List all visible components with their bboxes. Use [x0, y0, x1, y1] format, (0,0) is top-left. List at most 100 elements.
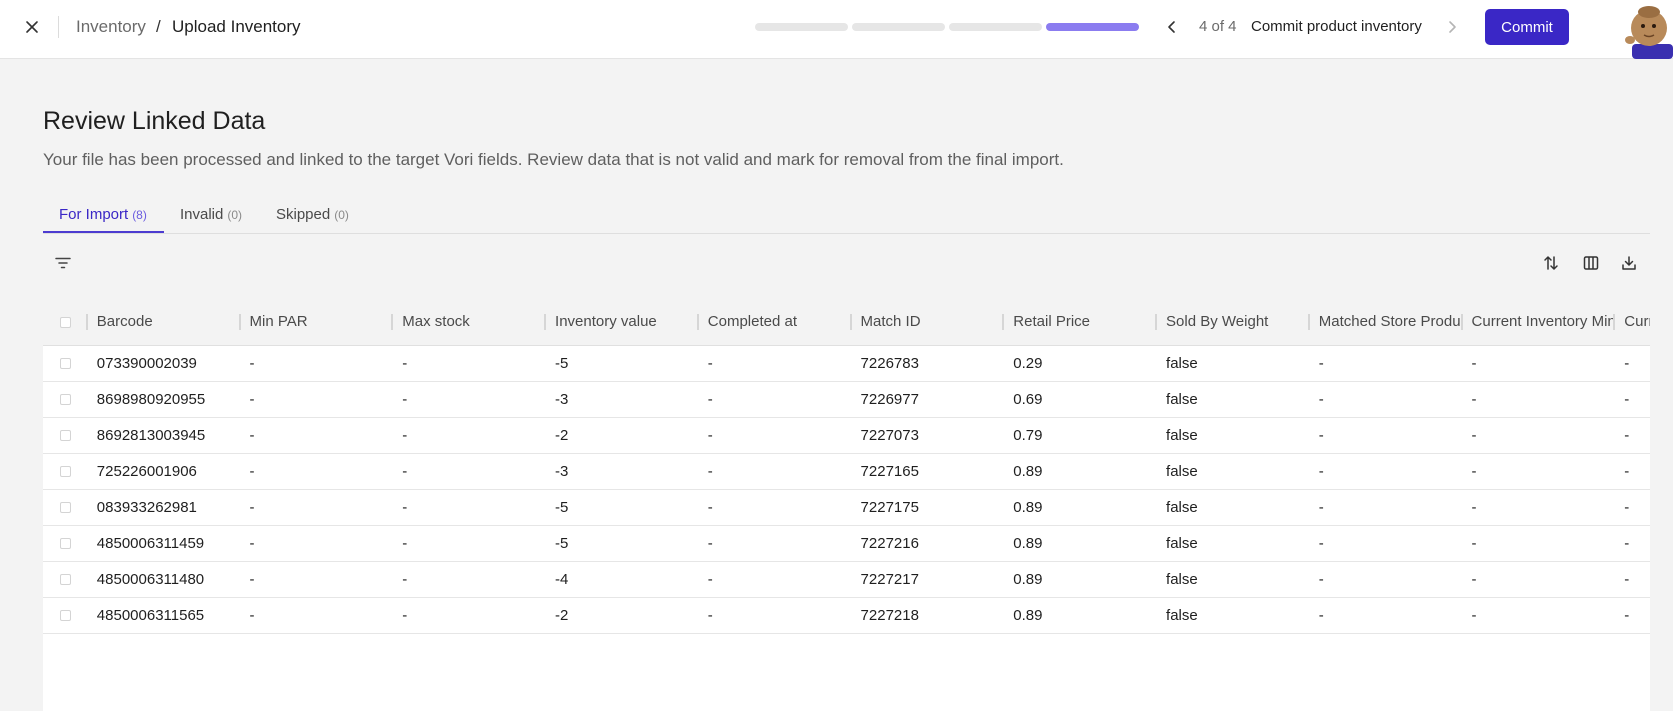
row-select-cell[interactable] — [43, 453, 88, 490]
table-cell: 8698980920955 — [87, 381, 241, 418]
table-cell: - — [393, 597, 547, 634]
table-row[interactable]: 4850006311459- - -5-7227216 0.89 false - - - — [43, 525, 1650, 562]
breadcrumb-inventory[interactable]: Inventory — [76, 17, 146, 37]
row-checkbox[interactable] — [59, 502, 71, 514]
table-cell: - — [240, 561, 394, 598]
row-checkbox[interactable] — [59, 358, 71, 370]
step-name: Commit product inventory — [1251, 18, 1422, 35]
progress-step-1 — [755, 23, 848, 31]
column-header[interactable]: Barcode — [87, 299, 241, 346]
table-cell: - — [698, 489, 852, 526]
row-checkbox[interactable] — [59, 610, 71, 622]
chevron-right-icon[interactable] — [1440, 15, 1464, 39]
table-cell: - — [393, 489, 547, 526]
table-cell: - — [1462, 525, 1616, 562]
row-select-cell[interactable] — [43, 381, 88, 418]
column-header-label: Current Inventory Min — [1471, 313, 1616, 331]
table-cell: - — [1615, 525, 1650, 562]
filter-icon[interactable] — [51, 251, 75, 275]
table-cell: 4850006311480 — [87, 561, 241, 598]
table-cell: - — [393, 561, 547, 598]
table-cell: -2 — [546, 597, 699, 634]
table-cell: - — [240, 345, 394, 382]
table-cell: -2 — [546, 417, 699, 454]
row-select-cell[interactable] — [43, 525, 88, 562]
table-cell: -4 — [546, 561, 699, 598]
table-cell: false — [1157, 561, 1310, 598]
commit-button[interactable]: Commit — [1485, 9, 1569, 45]
tab-invalid[interactable]: Invalid (0) — [180, 206, 242, 234]
chevron-left-icon[interactable] — [1160, 15, 1184, 39]
table-cell: 073390002039 — [87, 345, 241, 382]
table-header-row: Barcode Min PAR Max stock Inventory valu… — [43, 299, 1650, 346]
table-row[interactable]: 725226001906- - -3-7227165 0.89 false - - - — [43, 453, 1650, 490]
close-icon[interactable] — [20, 15, 44, 39]
table-cell: 0.89 — [1004, 561, 1158, 598]
row-checkbox[interactable] — [59, 430, 71, 442]
checkbox[interactable] — [59, 316, 71, 328]
column-header-label: Retail Price — [1013, 313, 1090, 331]
row-checkbox[interactable] — [59, 574, 71, 586]
table-cell: - — [1309, 345, 1463, 382]
table-cell: - — [698, 453, 852, 490]
column-header-label: Completed at — [707, 313, 798, 331]
row-select-cell[interactable] — [43, 489, 88, 526]
progress-step-2 — [852, 23, 945, 31]
column-header-label: Sold By Weight — [1166, 313, 1269, 331]
table-cell: 8692813003945 — [87, 417, 241, 454]
table-row[interactable]: 083933262981- - -5-7227175 0.89 false - - - — [43, 489, 1650, 526]
table-cell: - — [1615, 381, 1650, 418]
columns-icon[interactable] — [1579, 251, 1603, 275]
table-row[interactable]: 8692813003945- - -2-7227073 0.79 false - - - — [43, 417, 1650, 454]
table-cell: 0.89 — [1004, 453, 1158, 490]
tab-for-import[interactable]: For Import (8) — [59, 206, 147, 234]
row-select-cell[interactable] — [43, 561, 88, 598]
column-header[interactable]: Max stock — [393, 299, 547, 346]
column-header[interactable]: Inventory value — [546, 299, 699, 346]
table-cell: - — [393, 525, 547, 562]
sort-icon[interactable] — [1539, 251, 1563, 275]
avatar[interactable] — [1624, 6, 1673, 59]
select-all-checkbox[interactable] — [43, 299, 88, 346]
column-header[interactable]: Completed at — [698, 299, 852, 346]
row-checkbox[interactable] — [59, 394, 71, 406]
row-select-cell[interactable] — [43, 597, 88, 634]
column-header[interactable]: Min PAR — [240, 299, 394, 346]
tab-skipped[interactable]: Skipped (0) — [276, 206, 349, 234]
column-header-label: Inventory value — [555, 313, 657, 331]
column-header[interactable]: Matched Store Product — [1309, 299, 1463, 346]
table-cell: 725226001906 — [87, 453, 241, 490]
table-cell: - — [1462, 381, 1616, 418]
row-select-cell[interactable] — [43, 345, 88, 382]
tab-label: Invalid — [180, 206, 224, 223]
row-checkbox[interactable] — [59, 466, 71, 478]
row-select-cell[interactable] — [43, 417, 88, 454]
column-header-label: Current — [1624, 313, 1650, 331]
table-cell: 7227175 — [851, 489, 1005, 526]
column-header[interactable]: Retail Price — [1004, 299, 1158, 346]
column-header[interactable]: Current Inventory Min — [1462, 299, 1616, 346]
row-checkbox[interactable] — [59, 538, 71, 550]
column-header[interactable]: Current — [1615, 299, 1650, 346]
table-row[interactable]: 8698980920955- - -3-7226977 0.69 false - - - — [43, 381, 1650, 418]
table-row[interactable]: 073390002039- - -5-7226783 0.29 false - - - — [43, 345, 1650, 382]
table-cell: - — [240, 525, 394, 562]
breadcrumb-current: Upload Inventory — [172, 17, 301, 36]
column-header[interactable]: Sold By Weight — [1157, 299, 1310, 346]
table-row[interactable]: 4850006311565- - -2-7227218 0.89 false - - - — [43, 597, 1650, 634]
table-cell: - — [1462, 453, 1616, 490]
column-header[interactable]: Match ID — [851, 299, 1005, 346]
table-cell: - — [1615, 453, 1650, 490]
tab-count: (8) — [132, 208, 147, 222]
table-cell: - — [240, 489, 394, 526]
table-cell: 7227218 — [851, 597, 1005, 634]
table-row[interactable]: 4850006311480- - -4-7227217 0.89 false - - - — [43, 561, 1650, 598]
table-cell: 083933262981 — [87, 489, 241, 526]
table-cell: false — [1157, 345, 1310, 382]
table-cell: 0.89 — [1004, 489, 1158, 526]
table-cell: 7226783 — [851, 345, 1005, 382]
table-cell: - — [1615, 597, 1650, 634]
table-cell: 0.69 — [1004, 381, 1158, 418]
table-cell: 0.29 — [1004, 345, 1158, 382]
download-icon[interactable] — [1617, 251, 1641, 275]
